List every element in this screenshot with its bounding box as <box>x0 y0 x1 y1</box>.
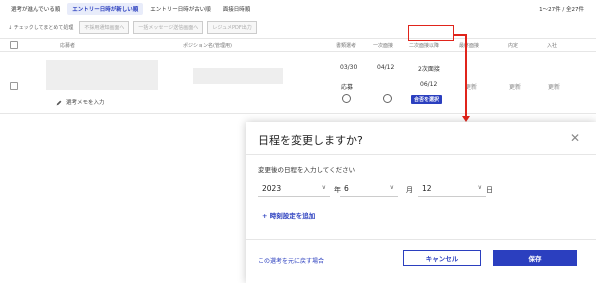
table-header: 応募者 ポジション名(管理用) 書類選考 一次面接 二次面接以降 最終面接 内定… <box>0 38 596 52</box>
modal-divider-top <box>246 154 596 155</box>
modal-divider-bottom <box>246 239 596 240</box>
sort-tab-progress[interactable]: 選考が進んでいる順 <box>6 3 65 15</box>
row-checkbox[interactable] <box>10 82 18 90</box>
cancel-button[interactable]: キャンセル <box>403 250 481 266</box>
header-join: 入社 <box>547 43 558 49</box>
day-select[interactable]: 12 ∨ <box>418 182 486 197</box>
page-count: 1〜27件 / 全27件 <box>539 7 584 13</box>
header-document-screening: 書類選考 <box>336 43 357 49</box>
day-value: 12 <box>422 184 432 193</box>
memo-label: 選考メモを入力 <box>66 100 105 106</box>
revert-link[interactable]: この選考を元に戻す場合 <box>258 256 324 265</box>
header-position: ポジション名(管理用) <box>183 43 232 49</box>
pencil-icon <box>56 100 62 105</box>
sort-tab-entry-oldest[interactable]: エントリー日時が古い順 <box>145 3 216 15</box>
second-interview-date[interactable]: 06/12 <box>420 81 437 88</box>
bulk-message-button[interactable]: 一括メッセージ送信画面へ <box>133 20 204 34</box>
save-button[interactable]: 保存 <box>493 250 577 266</box>
header-applicant: 応募者 <box>60 43 76 49</box>
add-time-setting-link[interactable]: + 時刻設定を追加 <box>262 210 315 220</box>
header-final-interview: 最終面接 <box>459 43 480 49</box>
header-offer: 内定 <box>508 43 519 49</box>
year-select[interactable]: 2023 ∨ <box>258 182 330 197</box>
modal-title: 日程を変更しますか? <box>258 134 363 147</box>
sort-tab-entry-newest[interactable]: エントリー日時が新しい順 <box>67 3 144 15</box>
month-value: 6 <box>344 184 349 193</box>
day-unit: 日 <box>486 186 493 194</box>
sort-tab-interview-date[interactable]: 面接日時順 <box>218 3 256 15</box>
applicant-name-placeholder <box>46 60 158 90</box>
first-interview-radio[interactable] <box>383 94 392 103</box>
bulk-action-bar: ↓ チェックしてまとめて処理 不採用通知画面へ 一括メッセージ送信画面へ レジュ… <box>0 18 596 36</box>
header-first-interview: 一次面接 <box>373 43 394 49</box>
rejection-notice-button[interactable]: 不採用通知画面へ <box>79 20 130 34</box>
annotation-line-vertical <box>465 34 467 118</box>
second-interview-label: 2次面接 <box>418 66 440 73</box>
chevron-down-icon: ∨ <box>477 184 482 191</box>
first-interview-date: 04/12 <box>377 64 395 71</box>
select-all-checkbox[interactable] <box>10 41 18 49</box>
join-update[interactable]: 更新 <box>548 82 560 91</box>
chevron-down-icon: ∨ <box>321 184 326 191</box>
resume-pdf-button[interactable]: レジュメPDF出力 <box>207 20 257 34</box>
modal-instruction: 変更後の日程を入力してください <box>258 166 356 174</box>
offer-update[interactable]: 更新 <box>509 82 521 91</box>
document-date: 03/30 <box>340 64 358 71</box>
close-icon[interactable]: ✕ <box>570 131 580 145</box>
year-value: 2023 <box>262 184 282 193</box>
document-pass-radio[interactable] <box>342 94 351 103</box>
memo-link[interactable]: 選考メモを入力 <box>56 98 105 106</box>
month-unit: 月 <box>406 186 413 194</box>
highlight-box <box>408 25 454 41</box>
position-name-placeholder <box>193 68 283 84</box>
document-status: 応募 <box>341 84 354 91</box>
table-row: 選考メモを入力 03/30 応募 04/12 2次面接 06/12 合否を選択 … <box>0 52 596 114</box>
reschedule-modal: 日程を変更しますか? ✕ 変更後の日程を入力してください 2023 ∨ 年 6 … <box>246 122 596 283</box>
month-select[interactable]: 6 ∨ <box>340 182 398 197</box>
chevron-down-icon: ∨ <box>389 184 394 191</box>
final-interview-update[interactable]: 更新 <box>465 82 477 91</box>
bulk-action-label: ↓ チェックしてまとめて処理 <box>8 24 74 31</box>
select-result-badge[interactable]: 合否を選択 <box>411 95 443 104</box>
header-second-interview: 二次面接以降 <box>409 43 440 49</box>
sort-tabs: 選考が進んでいる順 エントリー日時が新しい順 エントリー日時が古い順 面接日時順 <box>0 0 596 18</box>
